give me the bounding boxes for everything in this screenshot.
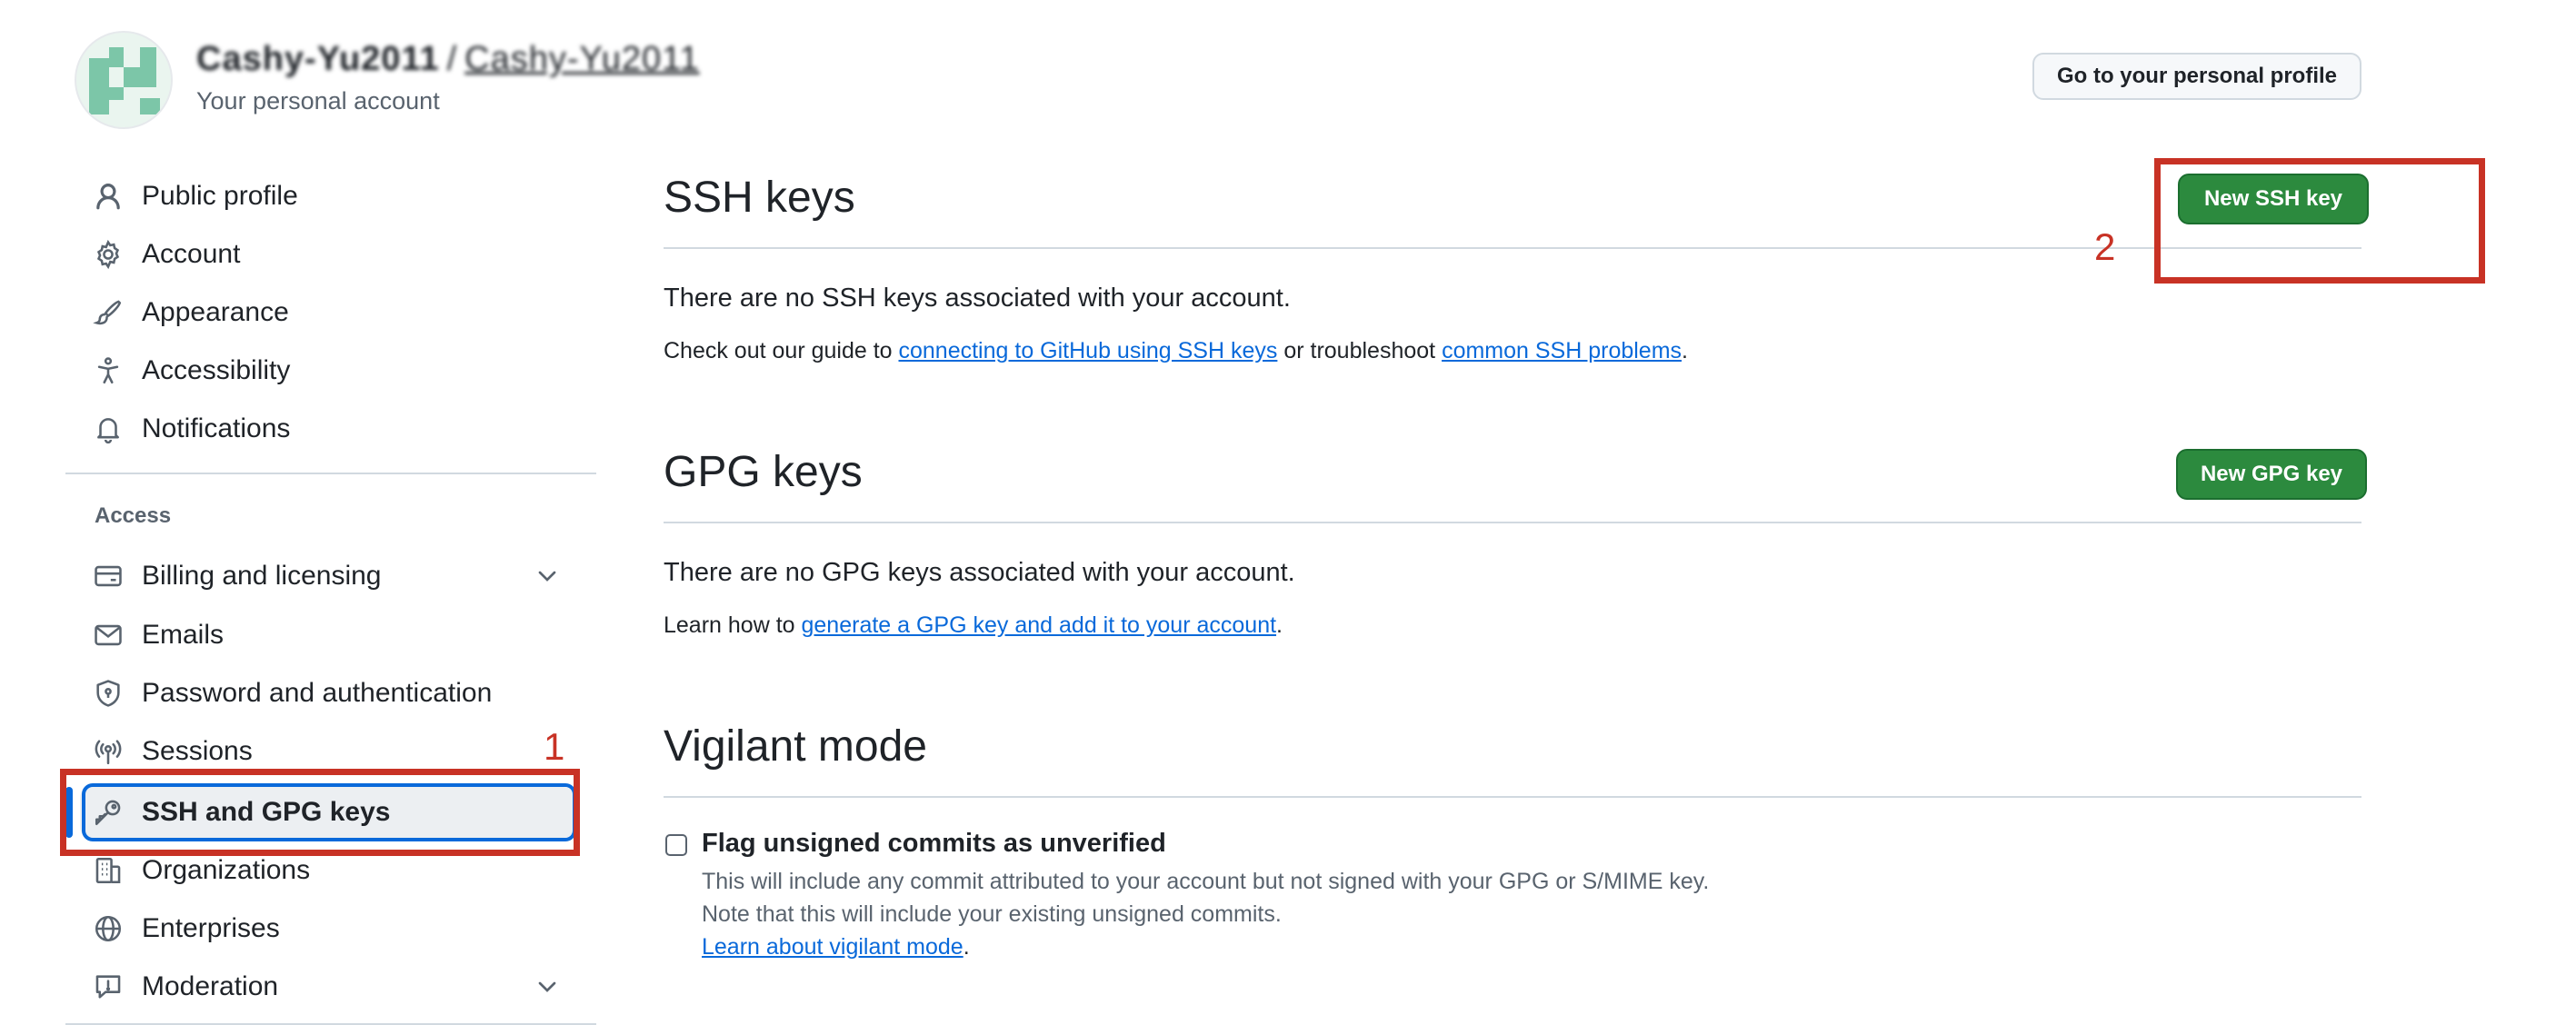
chevron-down-icon[interactable] — [533, 972, 562, 1001]
gpg-generate-link[interactable]: generate a GPG key and add it to your ac… — [802, 612, 1277, 638]
sidebar-item-public-profile[interactable]: Public profile — [80, 171, 574, 222]
bell-icon — [93, 413, 124, 444]
sidebar-item-label: Moderation — [142, 971, 279, 1001]
flag-unsigned-commits-label[interactable]: Flag unsigned commits as unverified — [702, 829, 1166, 859]
vigilant-learn-link[interactable]: Learn about vigilant mode — [702, 934, 964, 960]
sidebar-item-label: Notifications — [142, 413, 291, 443]
sidebar-item-label: Enterprises — [142, 913, 280, 943]
gpg-keys-title: GPG keys — [664, 448, 863, 496]
vigilant-note-line2: Note that this will include your existin… — [702, 901, 1282, 927]
sidebar-divider — [65, 473, 596, 474]
go-to-profile-button[interactable]: Go to your personal profile — [2032, 53, 2361, 100]
sidebar-heading-access: Access — [95, 503, 172, 528]
sidebar-item-appearance[interactable]: Appearance — [80, 287, 574, 338]
ssh-keys-title: SSH keys — [664, 174, 855, 222]
credit-card-icon — [93, 561, 124, 592]
account-name-primary: Cashy-Yu2011 — [196, 40, 440, 78]
ssh-guide-link[interactable]: connecting to GitHub using SSH keys — [899, 338, 1278, 363]
report-icon — [93, 971, 124, 1002]
new-gpg-key-button[interactable]: New GPG key — [2176, 449, 2367, 500]
sidebar-item-password-authentication[interactable]: Password and authentication — [80, 668, 574, 719]
sidebar-item-billing[interactable]: Billing and licensing — [80, 551, 574, 602]
vigilant-mode-title: Vigilant mode — [664, 722, 927, 771]
flag-unsigned-commits-checkbox[interactable] — [665, 834, 687, 856]
person-icon — [93, 181, 124, 212]
chevron-down-icon[interactable] — [533, 562, 562, 591]
sidebar-item-label: Appearance — [142, 297, 289, 327]
sidebar-item-label: Password and authentication — [142, 678, 493, 708]
sidebar-item-label: Account — [142, 239, 241, 269]
account-subtitle: Your personal account — [196, 87, 440, 114]
sidebar-item-moderation[interactable]: Moderation — [80, 961, 574, 1012]
gear-icon — [93, 239, 124, 270]
ssh-guide-text: Check out our guide to connecting to Git… — [664, 338, 1688, 363]
account-name[interactable]: Cashy-Yu2011/Cashy-Yu2011 — [196, 40, 700, 78]
accessibility-icon — [93, 355, 124, 386]
annotation-number-1: 1 — [544, 725, 565, 768]
account-name-secondary: Cashy-Yu2011 — [464, 40, 700, 78]
mail-icon — [93, 620, 124, 651]
annotation-box-1 — [60, 769, 580, 856]
shield-lock-icon — [93, 678, 124, 709]
sidebar-item-label: Emails — [142, 620, 225, 650]
sidebar-item-label: Sessions — [142, 736, 253, 766]
vigilant-note-line1: This will include any commit attributed … — [702, 869, 1710, 894]
section-divider — [664, 522, 2361, 523]
sidebar-item-label: Billing and licensing — [142, 561, 382, 591]
avatar — [76, 33, 171, 127]
sidebar-item-account[interactable]: Account — [80, 229, 574, 280]
paintbrush-icon — [93, 297, 124, 328]
sidebar-item-label: Organizations — [142, 855, 311, 885]
annotation-box-2 — [2154, 158, 2485, 284]
sidebar-item-accessibility[interactable]: Accessibility — [80, 345, 574, 396]
ssh-empty-text: There are no SSH keys associated with yo… — [664, 284, 1291, 313]
broadcast-icon — [93, 736, 124, 767]
globe-icon — [93, 913, 124, 944]
vigilant-learn-text: Learn about vigilant mode. — [702, 934, 970, 960]
ssh-troubleshoot-link[interactable]: common SSH problems — [1442, 338, 1682, 363]
gpg-learn-text: Learn how to generate a GPG key and add … — [664, 612, 1283, 638]
section-divider — [664, 796, 2361, 798]
sidebar-item-emails[interactable]: Emails — [80, 610, 574, 661]
sidebar-item-label: Accessibility — [142, 355, 291, 385]
sidebar-item-label: Public profile — [142, 181, 298, 211]
gpg-empty-text: There are no GPG keys associated with yo… — [664, 558, 1295, 587]
organization-icon — [93, 855, 124, 886]
sidebar-item-notifications[interactable]: Notifications — [80, 403, 574, 454]
annotation-number-2: 2 — [2094, 225, 2116, 268]
sidebar-item-enterprises[interactable]: Enterprises — [80, 903, 574, 954]
